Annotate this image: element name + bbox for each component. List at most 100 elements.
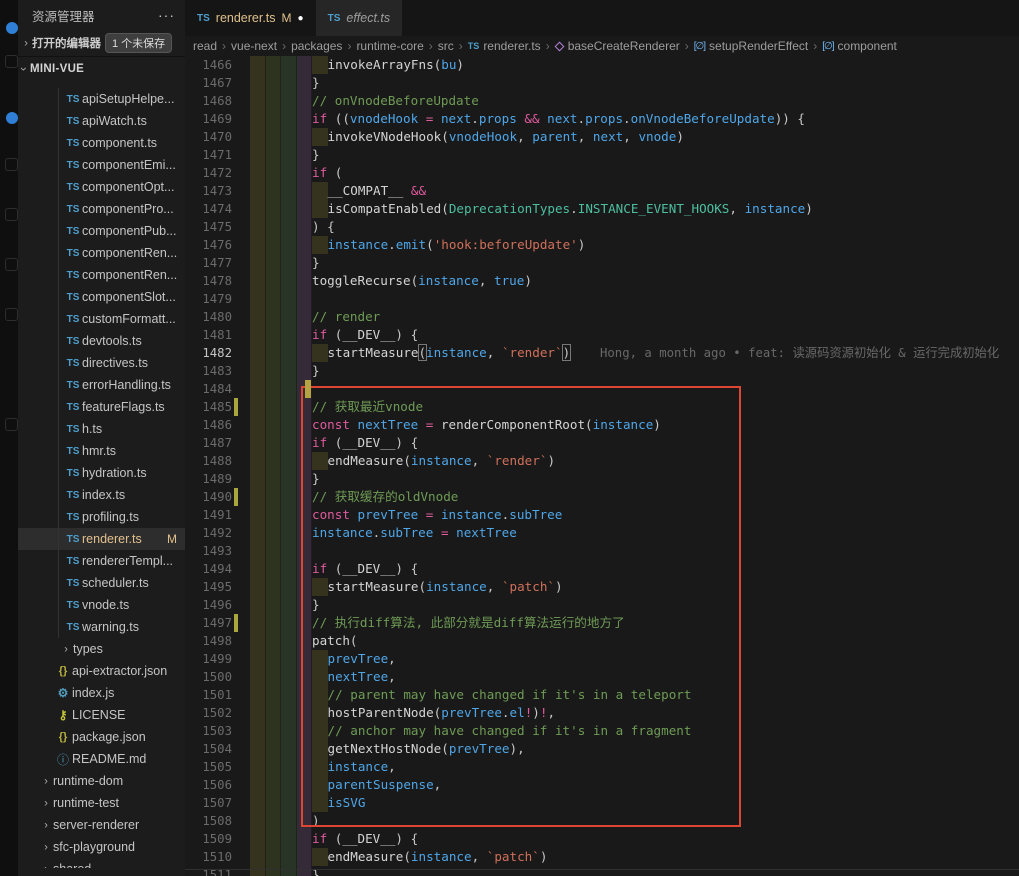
gutter [232, 272, 250, 290]
code-line-1478[interactable]: 1478 toggleRecurse(instance, true) [185, 272, 1019, 290]
file-tree-item-index.js[interactable]: ⚙ index.js [18, 682, 185, 704]
file-tree-item-errorHandling.ts[interactable]: TS errorHandling.ts [18, 374, 185, 396]
gutter [232, 866, 250, 876]
file-tree-item-componentRen[interactable]: TS componentRen... [18, 264, 185, 286]
file-tree-item-rendererTempl[interactable]: TS rendererTempl... [18, 550, 185, 572]
code-text: toggleRecurse(instance, true) [312, 273, 532, 288]
file-tree-item-featureFlags.ts[interactable]: TS featureFlags.ts [18, 396, 185, 418]
code-line-1510[interactable]: 1510 endMeasure(instance, `patch`) [185, 848, 1019, 866]
file-tree-item-runtime-test[interactable]: › runtime-test [18, 792, 185, 814]
activity-icon[interactable] [5, 158, 18, 171]
line-number: 1497 [202, 616, 232, 630]
breadcrumb-item-src[interactable]: src [438, 39, 454, 53]
tab-effect.ts[interactable]: TS effect.ts [315, 0, 403, 36]
file-tree-item-vnode.ts[interactable]: TS vnode.ts [18, 594, 185, 616]
code-line-1479[interactable]: 1479 [185, 290, 1019, 308]
code-line-1468[interactable]: 1468 // onVnodeBeforeUpdate [185, 92, 1019, 110]
dirty-indicator-icon[interactable]: ● [298, 13, 304, 24]
file-tree-item-componentOpt[interactable]: TS componentOpt... [18, 176, 185, 198]
project-section-header[interactable]: › MINI-VUE [17, 56, 185, 80]
breadcrumb[interactable]: read › vue-next › packages › runtime-core › src ›… [185, 36, 1019, 56]
code-line-1509[interactable]: 1509 if (__DEV__) { [185, 830, 1019, 848]
file-tree-item-server-renderer[interactable]: › server-renderer [18, 814, 185, 836]
activity-bar[interactable] [0, 0, 18, 876]
file-tree-item-README.md[interactable]: ⓘ README.md [18, 748, 185, 770]
file-tree-item-componentPro[interactable]: TS componentPro... [18, 198, 185, 220]
breadcrumb-item-setupRenderEffect[interactable]: [∅] setupRenderEffect [694, 39, 808, 53]
file-tree-item-componentSlot[interactable]: TS componentSlot... [18, 286, 185, 308]
code-line-1481[interactable]: 1481 if (__DEV__) { [185, 326, 1019, 344]
ts-file-icon: TS [66, 445, 80, 457]
code-line-1472[interactable]: 1472 if ( [185, 164, 1019, 182]
line-number: 1501 [202, 688, 232, 702]
code-line-1467[interactable]: 1467} [185, 74, 1019, 92]
code-editor[interactable]: 1466 invokeArrayFns(bu) 1467} 1468// onVnod… [185, 56, 1019, 876]
code-line-1469[interactable]: 1469 if ((vnodeHook = next.props && next.… [185, 110, 1019, 128]
symbol-icon: [∅] [693, 40, 706, 52]
file-name: scheduler.ts [82, 576, 149, 590]
activity-icon[interactable] [5, 418, 18, 431]
file-tree-item-package.json[interactable]: {} package.json [18, 726, 185, 748]
code-line-1470[interactable]: 1470 invokeVNodeHook(vnodeHook, parent, n… [185, 128, 1019, 146]
open-editors-section[interactable]: › 打开的编辑器 1 个未保存 [18, 30, 185, 56]
file-tree-item-hmr.ts[interactable]: TS hmr.ts [18, 440, 185, 462]
code-line-1511[interactable]: 1511} [185, 866, 1019, 876]
code-line-1474[interactable]: 1474 isCompatEnabled(DeprecationTypes.INS… [185, 200, 1019, 218]
breadcrumb-item-packages[interactable]: packages [291, 39, 342, 53]
file-tree-item-componentPub[interactable]: TS componentPub... [18, 220, 185, 242]
breadcrumb-item-vue-next[interactable]: vue-next [231, 39, 277, 53]
code-line-1473[interactable]: 1473 __COMPAT__ && [185, 182, 1019, 200]
ts-file-icon: TS [66, 159, 80, 171]
breadcrumb-item-runtime-core[interactable]: runtime-core [356, 39, 423, 53]
file-tree-item-shared[interactable]: › shared [18, 858, 185, 868]
file-tree-item-index.ts[interactable]: TS index.ts [18, 484, 185, 506]
activity-icon[interactable] [5, 308, 18, 321]
extensions-badge-icon[interactable] [6, 112, 18, 124]
file-tree-item-warning.ts[interactable]: TS warning.ts [18, 616, 185, 638]
breadcrumb-item-component[interactable]: [∅] component [822, 39, 897, 53]
file-tree-item-profiling.ts[interactable]: TS profiling.ts [18, 506, 185, 528]
file-name: renderer.ts [82, 532, 142, 546]
file-name: devtools.ts [82, 334, 142, 348]
file-tree-item-sfc-playground[interactable]: › sfc-playground [18, 836, 185, 858]
line-number: 1483 [202, 364, 232, 378]
code-line-1471[interactable]: 1471} [185, 146, 1019, 164]
file-tree-item-types[interactable]: › types [18, 638, 185, 660]
more-actions-icon[interactable]: ··· [158, 7, 175, 23]
file-tree-item-component.ts[interactable]: TS component.ts [18, 132, 185, 154]
activity-icon[interactable] [5, 258, 18, 271]
file-tree-item-LICENSE[interactable]: ⚷ LICENSE [18, 704, 185, 726]
code-text: isCompatEnabled(DeprecationTypes.INSTANC… [250, 200, 1019, 218]
file-tree-item-renderer.ts[interactable]: TS renderer.ts M [18, 528, 185, 550]
line-number: 1499 [202, 652, 232, 666]
file-tree-item-devtools.ts[interactable]: TS devtools.ts [18, 330, 185, 352]
code-line-1476[interactable]: 1476 instance.emit('hook:beforeUpdate') [185, 236, 1019, 254]
file-tree-item-directives.ts[interactable]: TS directives.ts [18, 352, 185, 374]
code-line-1475[interactable]: 1475) { [185, 218, 1019, 236]
file-tree-item-componentEmi[interactable]: TS componentEmi... [18, 154, 185, 176]
breadcrumb-item-renderer.ts[interactable]: TS renderer.ts [468, 39, 541, 53]
breadcrumb-item-baseCreateRenderer[interactable]: baseCreateRenderer [554, 39, 680, 53]
code-line-1483[interactable]: 1483} [185, 362, 1019, 380]
file-tree-item-apiWatch.ts[interactable]: TS apiWatch.ts [18, 110, 185, 132]
file-tree-item-componentRen[interactable]: TS componentRen... [18, 242, 185, 264]
file-tree-item-api-extractor.json[interactable]: {} api-extractor.json [18, 660, 185, 682]
breadcrumb-item-read[interactable]: read [193, 39, 217, 53]
code-line-1466[interactable]: 1466 invokeArrayFns(bu) [185, 56, 1019, 74]
file-tree-item-apiSetupHelpe[interactable]: TS apiSetupHelpe... [18, 88, 185, 110]
ts-file-icon: TS [66, 115, 80, 127]
file-tree-item-runtime-dom[interactable]: › runtime-dom [18, 770, 185, 792]
code-line-1480[interactable]: 1480 // render [185, 308, 1019, 326]
account-badge-icon[interactable] [6, 22, 18, 34]
file-tree-item-h.ts[interactable]: TS h.ts [18, 418, 185, 440]
file-tree-item-scheduler.ts[interactable]: TS scheduler.ts [18, 572, 185, 594]
folder-name: runtime-test [53, 796, 119, 810]
tab-renderer.ts[interactable]: TS renderer.ts M ● [185, 0, 316, 36]
code-line-1482[interactable]: 1482 startMeasure(instance, `render`) Hong… [185, 344, 1019, 362]
activity-icon[interactable] [5, 208, 18, 221]
file-name: h.ts [82, 422, 103, 436]
file-name: index.ts [82, 488, 126, 502]
code-line-1477[interactable]: 1477} [185, 254, 1019, 272]
file-tree-item-customFormatt[interactable]: TS customFormatt... [18, 308, 185, 330]
file-tree-item-hydration.ts[interactable]: TS hydration.ts [18, 462, 185, 484]
